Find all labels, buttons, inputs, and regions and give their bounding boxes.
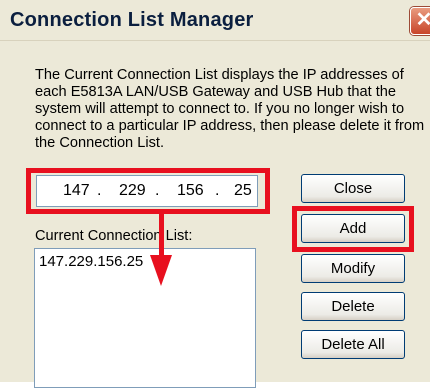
arrow-down-head-icon xyxy=(150,255,172,286)
ip-highlight-box xyxy=(26,168,270,214)
connection-list[interactable]: 147.229.156.25 xyxy=(34,248,256,388)
connection-list-manager-window: Connection List Manager ✕ The Current Co… xyxy=(0,0,430,388)
close-icon[interactable]: ✕ xyxy=(410,7,430,35)
window-title: Connection List Manager xyxy=(10,9,254,31)
close-button[interactable]: Close xyxy=(301,174,405,203)
delete-all-button[interactable]: Delete All xyxy=(301,330,405,359)
list-item[interactable]: 147.229.156.25 xyxy=(39,253,143,270)
add-button-highlight-box xyxy=(292,206,414,252)
title-bar[interactable]: Connection List Manager ✕ xyxy=(0,0,430,41)
description-text: The Current Connection List displays the… xyxy=(35,67,425,151)
modify-button[interactable]: Modify xyxy=(301,254,405,283)
delete-button[interactable]: Delete xyxy=(301,292,405,321)
connection-list-label: Current Connection List: xyxy=(35,228,193,244)
arrow-down-icon xyxy=(159,212,164,256)
